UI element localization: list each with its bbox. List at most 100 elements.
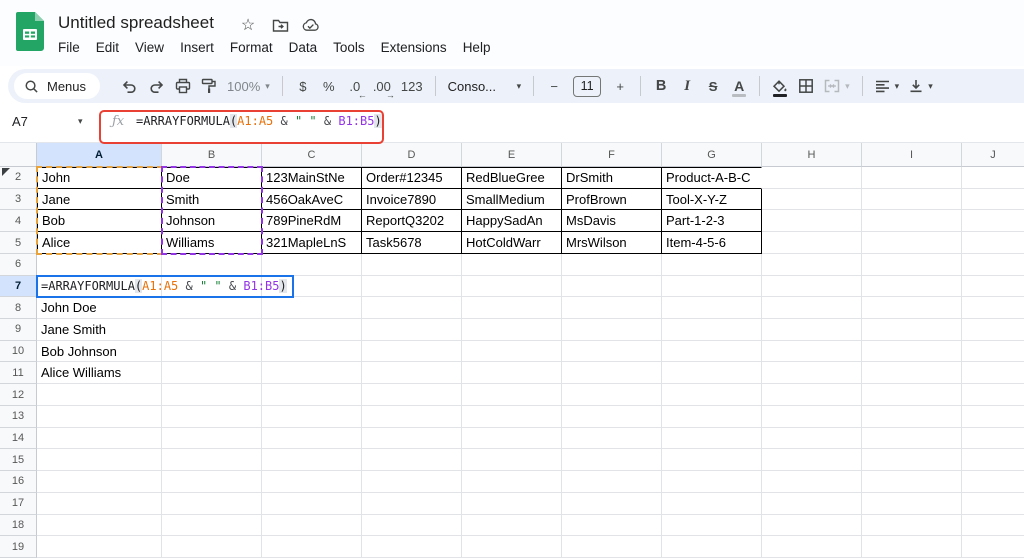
cell-G14[interactable]	[662, 428, 762, 450]
cell-G9[interactable]	[662, 319, 762, 341]
cell-B4[interactable]: Johnson	[162, 210, 262, 232]
cell-F9[interactable]	[562, 319, 662, 341]
cell-E13[interactable]	[462, 406, 562, 428]
number-format-button[interactable]: 123	[396, 73, 428, 99]
bold-button[interactable]: B	[648, 73, 674, 99]
font-selector[interactable]: Conso... ▾	[443, 73, 527, 99]
cell-E3[interactable]: SmallMedium	[462, 189, 562, 211]
cell-I18[interactable]	[862, 515, 962, 537]
cell-H3[interactable]	[762, 189, 862, 211]
cell-J4[interactable]	[962, 210, 1024, 232]
menu-data[interactable]: Data	[281, 37, 326, 58]
cell-I16[interactable]	[862, 471, 962, 493]
column-header-C[interactable]: C	[262, 143, 362, 167]
cell-F14[interactable]	[562, 428, 662, 450]
cell-E17[interactable]	[462, 493, 562, 515]
cell-B15[interactable]	[162, 449, 262, 471]
chevron-down-icon[interactable]: ▾	[78, 116, 83, 127]
font-size-input[interactable]: 11	[573, 76, 601, 97]
cell-A11[interactable]: Alice Williams	[37, 362, 162, 384]
cell-F15[interactable]	[562, 449, 662, 471]
menu-format[interactable]: Format	[222, 37, 281, 58]
cell-D11[interactable]	[362, 362, 462, 384]
row-header-7[interactable]: 7	[0, 276, 37, 298]
cell-G10[interactable]	[662, 341, 762, 363]
decrease-font-size-button[interactable]: −	[541, 73, 567, 99]
cell-G17[interactable]	[662, 493, 762, 515]
cell-J3[interactable]	[962, 189, 1024, 211]
cell-B14[interactable]	[162, 428, 262, 450]
text-color-button[interactable]: A	[726, 73, 752, 99]
menu-file[interactable]: File	[50, 37, 88, 58]
cell-I8[interactable]	[862, 297, 962, 319]
column-header-B[interactable]: B	[162, 143, 262, 167]
cell-E5[interactable]: HotColdWarr	[462, 232, 562, 254]
row-header-13[interactable]: 13	[0, 406, 37, 428]
cell-F6[interactable]	[562, 254, 662, 276]
cell-G15[interactable]	[662, 449, 762, 471]
zoom-control[interactable]: 100% ▾	[222, 73, 275, 99]
row-header-5[interactable]: 5	[0, 232, 37, 254]
cell-E14[interactable]	[462, 428, 562, 450]
cell-F2[interactable]: DrSmith	[562, 167, 662, 189]
cell-D2[interactable]: Order#12345	[362, 167, 462, 189]
menus-search-button[interactable]: Menus	[14, 73, 100, 99]
cell-D9[interactable]	[362, 319, 462, 341]
cell-J17[interactable]	[962, 493, 1024, 515]
cell-H19[interactable]	[762, 536, 862, 558]
cell-E19[interactable]	[462, 536, 562, 558]
cell-F7[interactable]	[562, 276, 662, 298]
print-button[interactable]	[170, 73, 196, 99]
cell-J15[interactable]	[962, 449, 1024, 471]
cell-G16[interactable]	[662, 471, 762, 493]
name-box[interactable]: A7	[12, 114, 28, 129]
cell-C8[interactable]	[262, 297, 362, 319]
row-header-11[interactable]: 11	[0, 362, 37, 384]
borders-button[interactable]	[793, 73, 819, 99]
cell-J18[interactable]	[962, 515, 1024, 537]
cell-B9[interactable]	[162, 319, 262, 341]
cell-I6[interactable]	[862, 254, 962, 276]
cell-B5[interactable]: Williams	[162, 232, 262, 254]
cell-G4[interactable]: Part-1-2-3	[662, 210, 762, 232]
cell-B2[interactable]: Doe	[162, 167, 262, 189]
strikethrough-button[interactable]: S	[700, 73, 726, 99]
cell-J13[interactable]	[962, 406, 1024, 428]
cell-C10[interactable]	[262, 341, 362, 363]
column-header-E[interactable]: E	[462, 143, 562, 167]
cell-G6[interactable]	[662, 254, 762, 276]
cell-D19[interactable]	[362, 536, 462, 558]
cell-G12[interactable]	[662, 384, 762, 406]
column-header-J[interactable]: J	[962, 143, 1024, 167]
cell-A5[interactable]: Alice	[37, 232, 162, 254]
row-header-3[interactable]: 3	[0, 189, 37, 211]
cloud-saved-icon[interactable]	[302, 16, 320, 34]
cell-I10[interactable]	[862, 341, 962, 363]
redo-button[interactable]	[143, 73, 170, 99]
cell-A4[interactable]: Bob	[37, 210, 162, 232]
cell-H17[interactable]	[762, 493, 862, 515]
cell-C5[interactable]: 321MapleLnS	[262, 232, 362, 254]
cell-C11[interactable]	[262, 362, 362, 384]
cell-J19[interactable]	[962, 536, 1024, 558]
cell-D6[interactable]	[362, 254, 462, 276]
column-header-H[interactable]: H	[762, 143, 862, 167]
cell-I9[interactable]	[862, 319, 962, 341]
cell-F12[interactable]	[562, 384, 662, 406]
cell-H2[interactable]	[762, 167, 862, 189]
cell-G7[interactable]	[662, 276, 762, 298]
row-header-19[interactable]: 19	[0, 536, 37, 558]
column-header-G[interactable]: G	[662, 143, 762, 167]
cell-I19[interactable]	[862, 536, 962, 558]
row-header-4[interactable]: 4	[0, 210, 37, 232]
column-header-F[interactable]: F	[562, 143, 662, 167]
menu-tools[interactable]: Tools	[325, 37, 373, 58]
cell-F3[interactable]: ProfBrown	[562, 189, 662, 211]
cell-J14[interactable]	[962, 428, 1024, 450]
menu-extensions[interactable]: Extensions	[373, 37, 455, 58]
cell-J11[interactable]	[962, 362, 1024, 384]
star-icon[interactable]: ☆	[239, 16, 257, 34]
cell-I7[interactable]	[862, 276, 962, 298]
cell-F19[interactable]	[562, 536, 662, 558]
cell-G5[interactable]: Item-4-5-6	[662, 232, 762, 254]
